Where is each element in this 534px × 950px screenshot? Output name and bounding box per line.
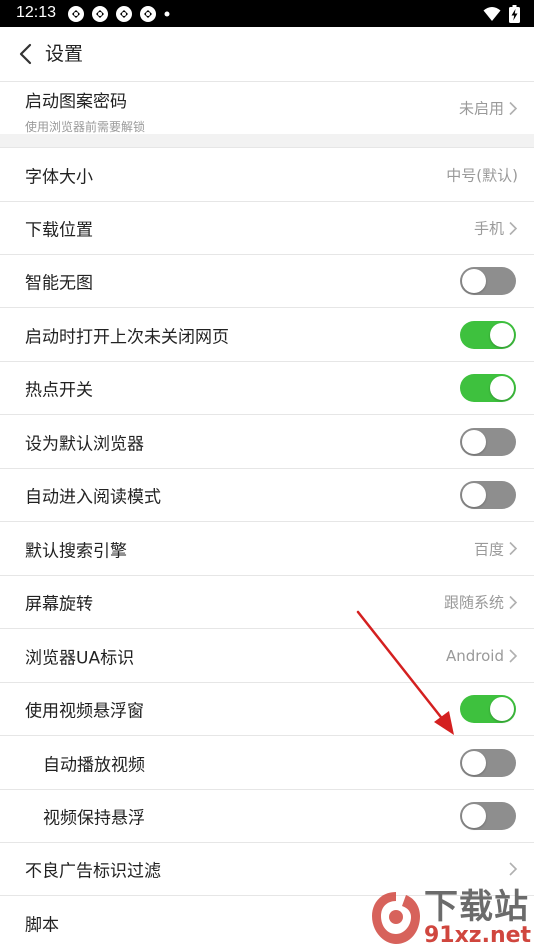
setting-value-group: 跟随系统: [444, 592, 518, 613]
setting-label: 脚本: [25, 915, 59, 936]
watermark-logo-icon: [372, 892, 420, 944]
app-notification-icon: [92, 6, 108, 22]
toggle-knob: [462, 429, 486, 454]
toggle-knob: [490, 322, 514, 347]
system-status-icons: [483, 4, 520, 24]
setting-row-font-size[interactable]: 字体大小 中号(默认): [0, 147, 534, 201]
setting-label: 热点开关: [25, 380, 93, 401]
video-float-toggle[interactable]: [460, 695, 516, 723]
chevron-right-icon: [509, 221, 518, 235]
toggle-knob: [462, 804, 486, 828]
setting-label: 自动进入阅读模式: [25, 487, 161, 508]
back-button[interactable]: [8, 36, 42, 72]
setting-label: 使用视频悬浮窗: [25, 701, 144, 722]
setting-row-user-agent[interactable]: 浏览器UA标识 Android: [0, 628, 534, 682]
setting-label: 字体大小: [25, 167, 93, 187]
section-divider: [0, 134, 534, 147]
toggle-knob: [462, 483, 486, 507]
setting-label: 设为默认浏览器: [25, 434, 144, 454]
setting-row-default-browser: 设为默认浏览器: [0, 414, 534, 468]
setting-label: 智能无图: [25, 273, 93, 294]
setting-label: 浏览器UA标识: [25, 648, 135, 668]
setting-row-screen-rotation[interactable]: 屏幕旋转 跟随系统: [0, 575, 534, 628]
setting-row-restore-tabs: 启动时打开上次未关闭网页: [0, 307, 534, 361]
setting-label: 不良广告标识过滤: [25, 861, 161, 882]
chevron-right-icon: [509, 541, 518, 556]
setting-row-reading-mode: 自动进入阅读模式: [0, 468, 534, 521]
setting-row-search-engine[interactable]: 默认搜索引擎 百度: [0, 521, 534, 575]
setting-value-group: [508, 861, 518, 877]
setting-row-auto-play-video: 自动播放视频: [0, 735, 534, 789]
app-bar: 设置: [0, 27, 534, 81]
setting-value: 手机: [473, 219, 504, 238]
status-bar: 12:13: [0, 0, 534, 27]
reading-mode-toggle[interactable]: [460, 481, 516, 509]
setting-label: 启动图案密码: [25, 92, 127, 112]
site-watermark: 下载站 91xz.net: [366, 886, 534, 950]
chevron-right-icon: [509, 101, 518, 115]
watermark-text: 下载站: [424, 887, 529, 927]
setting-value-group: 百度: [474, 538, 518, 559]
toggle-knob: [462, 269, 486, 293]
setting-row-download-location[interactable]: 下载位置 手机: [0, 201, 534, 254]
setting-label: 默认搜索引擎: [25, 541, 127, 561]
app-notification-icon: [116, 6, 132, 22]
toggle-knob: [490, 697, 514, 721]
default-browser-toggle[interactable]: [460, 427, 516, 456]
chevron-right-icon: [509, 595, 518, 609]
setting-row-hotspot: 热点开关: [0, 361, 534, 414]
setting-row-pattern-lock[interactable]: 启动图案密码 使用浏览器前需要解锁 未启用: [0, 81, 534, 134]
auto-play-video-toggle[interactable]: [460, 748, 516, 777]
setting-value: 跟随系统: [443, 593, 504, 612]
toggle-knob: [490, 376, 514, 400]
setting-value: 百度: [473, 540, 504, 558]
setting-value-group: Android: [446, 647, 518, 665]
setting-sublabel: 使用浏览器前需要解锁: [25, 120, 146, 134]
chevron-left-icon: [19, 43, 32, 65]
app-notification-icon: [140, 6, 156, 22]
chevron-right-icon: [509, 862, 518, 876]
wifi-icon: [483, 7, 501, 21]
setting-value-group: 手机: [474, 218, 518, 239]
more-notifications-dot-icon: [164, 11, 170, 17]
app-notification-icon: [68, 6, 84, 22]
keep-float-toggle[interactable]: [460, 802, 516, 830]
setting-value-group: 中号(默认): [446, 164, 518, 185]
toggle-knob: [462, 750, 486, 775]
status-time: 12:13: [16, 4, 57, 21]
battery-charging-icon: [509, 5, 520, 23]
chevron-right-icon: [509, 648, 518, 663]
page-title: 设置: [45, 43, 84, 65]
setting-value: 中号(默认): [446, 166, 518, 184]
setting-label: 自动播放视频: [43, 755, 145, 775]
setting-row-video-float: 使用视频悬浮窗: [0, 682, 534, 735]
setting-row-smart-no-image: 智能无图: [0, 254, 534, 307]
watermark-url: 91xz.net: [424, 923, 532, 948]
setting-row-keep-float: 视频保持悬浮: [0, 789, 534, 842]
setting-value: Android: [446, 646, 504, 665]
restore-tabs-toggle[interactable]: [460, 320, 516, 349]
setting-label: 启动时打开上次未关闭网页: [25, 327, 229, 347]
setting-value: 未启用: [458, 99, 504, 118]
hotspot-toggle[interactable]: [460, 374, 516, 402]
setting-value-group: 未启用: [459, 98, 518, 119]
notification-icons: [67, 4, 171, 24]
setting-label: 视频保持悬浮: [43, 808, 145, 829]
smart-no-image-toggle[interactable]: [460, 267, 516, 295]
setting-label: 屏幕旋转: [25, 594, 93, 615]
setting-label: 下载位置: [25, 220, 93, 241]
